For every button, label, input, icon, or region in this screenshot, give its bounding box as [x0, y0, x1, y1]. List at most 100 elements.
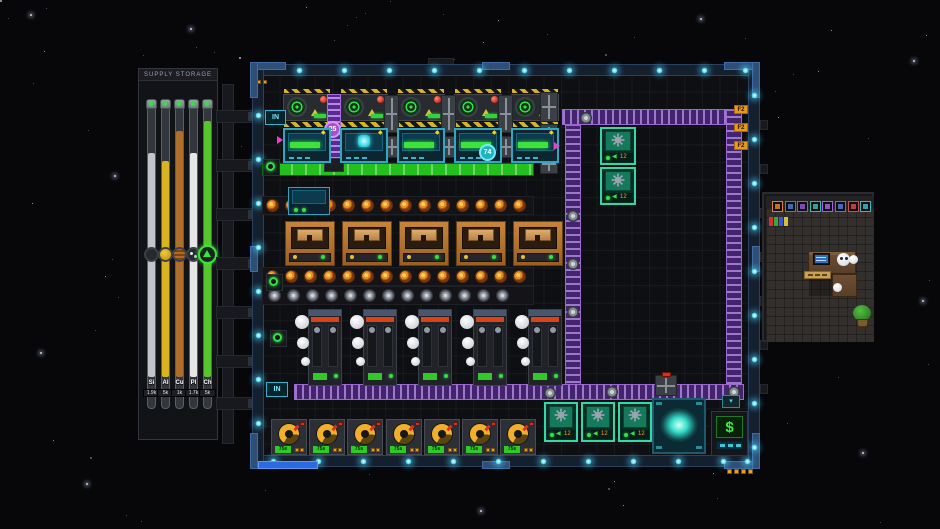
shelf-item-glyph — [825, 204, 830, 209]
wall-light — [255, 244, 262, 251]
steam-puff — [466, 357, 475, 366]
corner-marker-dot — [257, 80, 261, 84]
dropped-ball-item[interactable] — [833, 283, 842, 292]
conveyor-green[interactable] — [262, 163, 534, 176]
generator-dot — [524, 448, 528, 452]
resource-flag-bar — [774, 217, 778, 226]
gear-part-item — [363, 289, 376, 302]
fan-blade — [505, 98, 507, 130]
refinery-rate-chip — [533, 373, 547, 380]
generator-dot — [295, 448, 299, 452]
wall-light — [255, 112, 262, 119]
generator-alert-chip — [338, 422, 343, 426]
generator-alert-chip — [529, 422, 534, 426]
machine-red-tag — [662, 372, 671, 377]
shelf-item-glyph — [851, 204, 856, 209]
gear-part-item — [325, 289, 338, 302]
assembler-count-label: 12 — [620, 192, 632, 201]
gauge-center — [476, 430, 484, 438]
ore-swirl-item — [361, 199, 374, 212]
f2-hotkey-tag[interactable]: F2 — [734, 123, 748, 132]
wall-light — [751, 136, 758, 143]
shelf-item-glyph — [813, 204, 818, 209]
wall-light — [701, 67, 708, 74]
wall-light — [476, 67, 483, 74]
refinery-header — [309, 310, 341, 316]
piston-cap — [495, 327, 501, 333]
generator-alert-chip — [300, 422, 305, 426]
wall-light — [751, 312, 758, 319]
generator-alert-chip — [376, 422, 381, 426]
processor-spiral — [287, 97, 307, 117]
f2-hotkey-tag[interactable]: F2 — [734, 105, 748, 114]
character-eye — [840, 257, 843, 260]
conveyor-right[interactable] — [726, 110, 742, 392]
analyzer-readout-dash — [533, 157, 538, 159]
wall-light — [656, 67, 663, 74]
teleporter-core — [660, 408, 698, 442]
gem-icon: ◆ — [378, 130, 385, 137]
gear-part-item — [287, 289, 300, 302]
analyzer-readout-dash — [297, 157, 302, 159]
ore-swirl-item — [380, 199, 393, 212]
wall-light — [744, 458, 751, 465]
fan-blade — [391, 98, 393, 130]
processor-progress — [371, 114, 383, 118]
flow-arrow-icon — [554, 142, 560, 150]
assembler-led — [606, 196, 610, 200]
refinery-heat-bar — [311, 317, 339, 322]
market-label-dash — [736, 444, 741, 447]
wall-light — [751, 268, 758, 275]
processor-spiral — [344, 97, 364, 117]
steam-puff — [515, 315, 529, 329]
chest-keyhole — [535, 235, 540, 241]
gear-icon — [627, 407, 643, 423]
office-room-panel[interactable] — [762, 192, 874, 342]
fan-blade — [448, 98, 450, 130]
generator-dot — [376, 448, 380, 452]
shelf-item-glyph — [788, 204, 793, 209]
fan-blade — [448, 139, 450, 155]
gear-part-item — [580, 112, 592, 124]
corner-marker-dot — [741, 469, 746, 474]
gauge-center — [514, 430, 522, 438]
dock-nub — [760, 120, 768, 130]
wall-light — [675, 458, 682, 465]
f2-hotkey-tag[interactable]: F2 — [734, 141, 748, 150]
gear-part-item — [567, 258, 579, 270]
ore-swirl-item — [494, 199, 507, 212]
analyzer-readout-dash — [411, 157, 416, 159]
fan-blade — [548, 95, 550, 119]
valve-ring — [266, 162, 275, 171]
corner-marker-dot — [748, 469, 753, 474]
piston-cap — [369, 327, 375, 333]
valve-ring — [269, 277, 278, 286]
assembler-count-label: 12 — [620, 152, 632, 161]
analyzer-progress — [404, 142, 434, 148]
wall-light — [255, 332, 262, 339]
steam-puff — [517, 337, 529, 349]
generator-rate-label: 75s — [313, 446, 329, 453]
gear-part-item — [606, 386, 618, 398]
flow-arrow-icon — [277, 136, 283, 144]
generator-rate-label: 75s — [351, 446, 367, 453]
piston-cap — [479, 327, 485, 333]
analyzer-readout-dash — [346, 157, 351, 159]
gear-icon — [610, 132, 626, 148]
market-screen: $ — [716, 416, 743, 438]
gem-icon: ◆ — [435, 130, 442, 137]
shelf-item-glyph — [775, 204, 780, 209]
refinery-heat-bar — [476, 317, 504, 322]
wall-light — [255, 376, 262, 383]
gem-icon: ◆ — [549, 130, 556, 137]
assembler-window — [623, 406, 647, 428]
gauge-center — [285, 430, 293, 438]
refinery-heat-bar — [421, 317, 449, 322]
output-chute[interactable]: ▾ — [722, 395, 740, 408]
gear-part-item — [567, 210, 579, 222]
gauge-center — [361, 430, 369, 438]
piston-cap — [385, 327, 391, 333]
assembler-led — [606, 156, 610, 160]
wall-light — [742, 67, 749, 74]
wall-light — [751, 444, 758, 451]
